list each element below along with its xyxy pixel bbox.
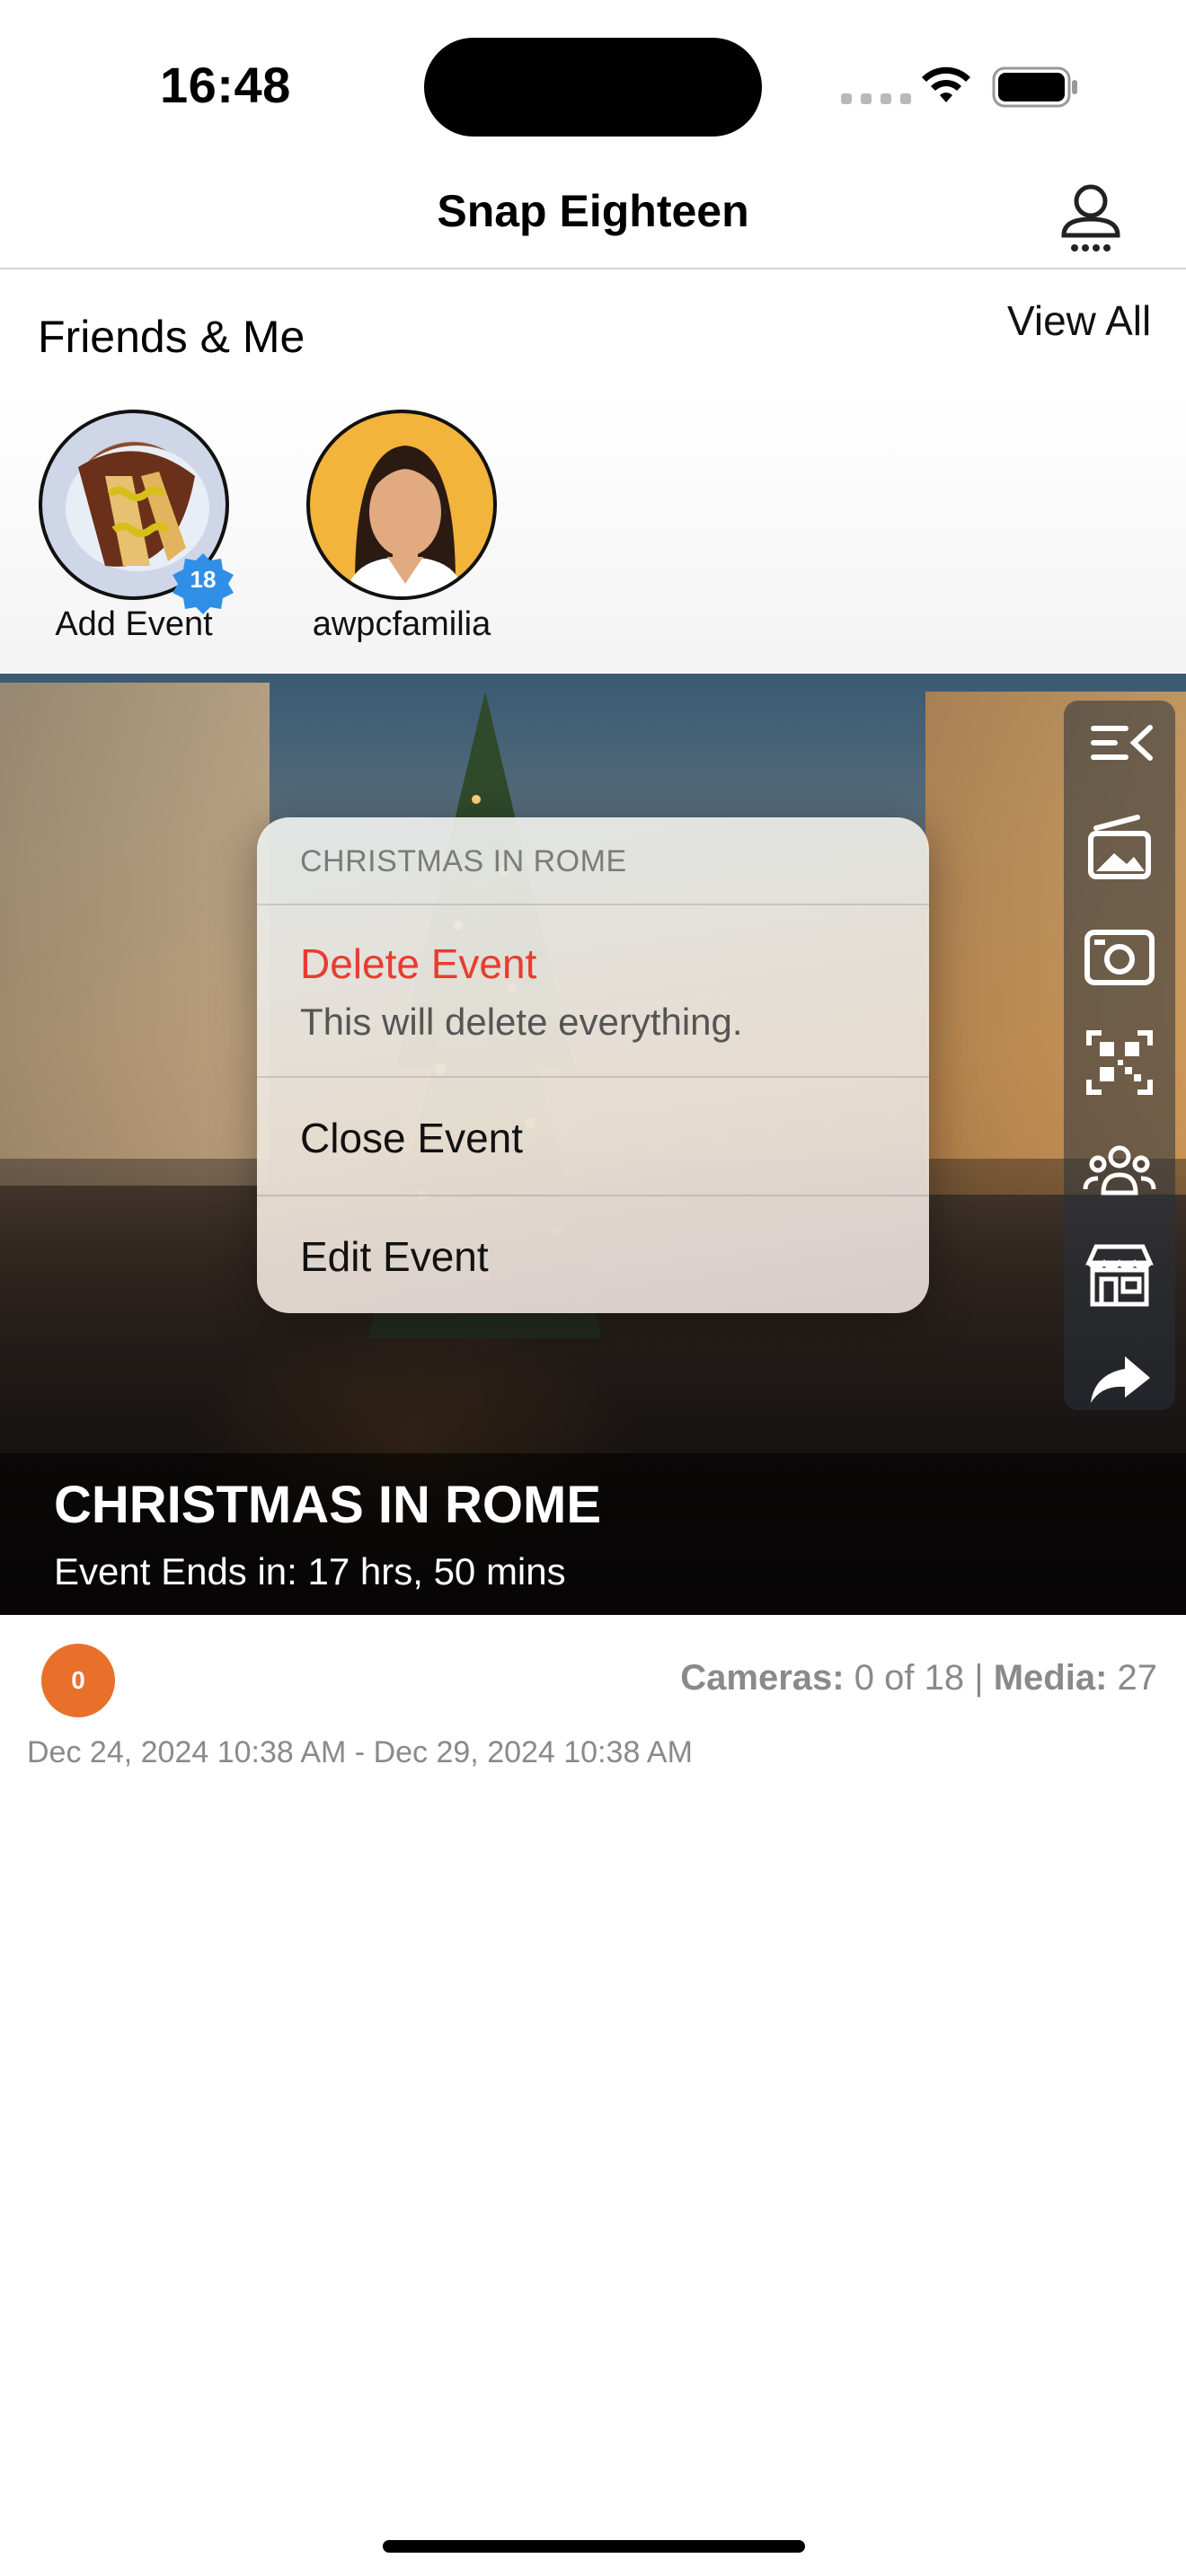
activity-count-badge[interactable]: 0 <box>41 1644 115 1717</box>
user-profile-icon[interactable] <box>1057 180 1125 257</box>
friend-label: awpcfamilia <box>312 605 491 643</box>
delete-event-menu-item[interactable]: Delete Event This will delete everything… <box>257 905 929 1078</box>
media-label: Media: <box>993 1658 1108 1698</box>
count-badge: 18 <box>190 566 217 593</box>
event-title: CHRISTMAS IN ROME <box>54 1476 601 1534</box>
hero-building-left <box>0 683 270 1186</box>
woman-avatar <box>306 410 497 600</box>
menu-header: CHRISTMAS IN ROME <box>257 817 929 905</box>
event-countdown: Event Ends in: 17 hrs, 50 mins <box>54 1550 566 1592</box>
event-context-menu: CHRISTMAS IN ROME Delete Event This will… <box>257 817 929 1313</box>
status-time: 16:48 <box>160 57 291 113</box>
edit-event-menu-item[interactable]: Edit Event <box>257 1196 929 1313</box>
gallery-icon[interactable] <box>1075 807 1164 887</box>
menu-collapse-icon[interactable] <box>1075 702 1164 783</box>
delete-event-subtitle: This will delete everything. <box>300 1001 743 1043</box>
delete-event-label: Delete Event <box>300 940 537 987</box>
cameras-label: Cameras: <box>680 1658 845 1698</box>
home-indicator[interactable] <box>383 2540 805 2553</box>
wifi-icon <box>922 66 970 102</box>
close-event-menu-item[interactable]: Close Event <box>257 1078 929 1196</box>
media-value: 27 <box>1107 1658 1158 1698</box>
share-icon[interactable] <box>1075 1338 1164 1419</box>
friends-section-title: Friends & Me <box>38 312 305 362</box>
store-icon[interactable] <box>1075 1234 1164 1315</box>
cameras-value: 0 of 18 <box>844 1658 975 1698</box>
page-title: Snap Eighteen <box>437 186 749 236</box>
battery-icon <box>992 66 1077 108</box>
qr-code-icon[interactable] <box>1075 1022 1164 1103</box>
camera-icon[interactable] <box>1075 914 1164 995</box>
friend-item-awpcfamilia[interactable]: awpcfamilia <box>298 410 505 644</box>
navigation-bar: Snap Eighteen <box>0 163 1186 269</box>
cellular-signal-icon <box>841 93 911 104</box>
event-date-range: Dec 24, 2024 10:38 AM - Dec 29, 2024 10:… <box>27 1735 693 1769</box>
dynamic-island <box>424 38 762 137</box>
event-stats: Cameras: 0 of 18 | Media: 27 <box>680 1658 1157 1698</box>
guests-icon[interactable] <box>1075 1130 1164 1211</box>
stats-separator: | <box>974 1658 994 1698</box>
view-all-link[interactable]: View All <box>1007 296 1151 345</box>
